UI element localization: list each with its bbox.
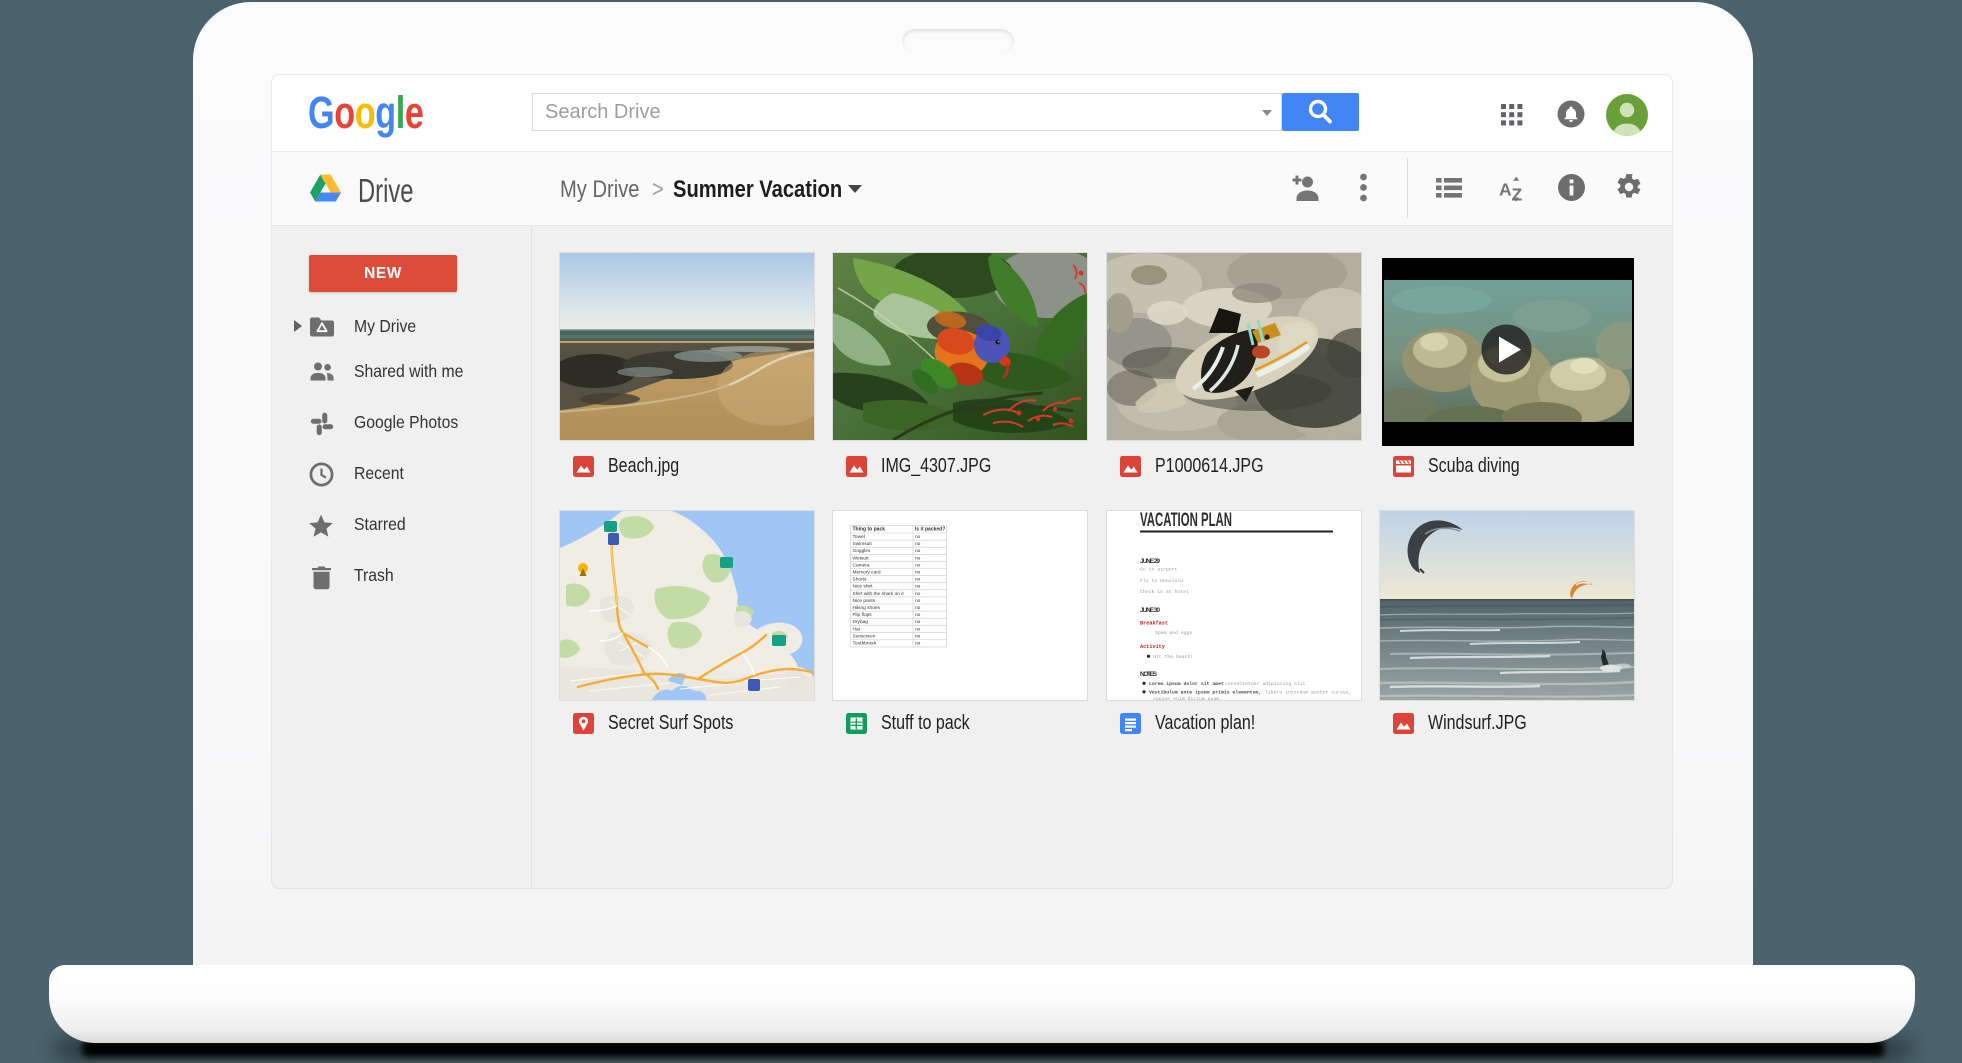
svg-text:Thing to pack: Thing to pack [853, 527, 886, 533]
svg-text:Wetsuit: Wetsuit [853, 555, 870, 561]
svg-text:Nice pants: Nice pants [853, 598, 876, 604]
svg-text:Goggles: Goggles [853, 548, 871, 554]
svg-text:Hiking shoes: Hiking shoes [853, 605, 881, 611]
svg-text:Flip flops: Flip flops [853, 612, 873, 618]
svg-text:no: no [915, 627, 921, 632]
svg-text:no: no [915, 642, 921, 647]
svg-text:no: no [915, 620, 921, 625]
svg-text:Hit the beach!: Hit the beach! [1153, 654, 1193, 660]
svg-text:sapien enim dictum quam.: sapien enim dictum quam. [1153, 696, 1222, 700]
svg-text:Check in at hotel: Check in at hotel [1140, 589, 1189, 595]
svg-text:no: no [915, 535, 921, 540]
svg-text:no: no [915, 578, 921, 583]
svg-text:Shorts: Shorts [853, 577, 867, 583]
svg-text:Memory card: Memory card [853, 570, 881, 576]
svg-text:no: no [915, 613, 921, 618]
svg-text:no: no [915, 571, 921, 576]
svg-text:Spam and eggs: Spam and eggs [1155, 630, 1193, 636]
svg-text:consectetuer adipiscing elit.: consectetuer adipiscing elit. [1225, 681, 1308, 687]
svg-text:no: no [915, 556, 921, 561]
svg-text:no: no [915, 563, 921, 568]
svg-text:Breakfast: Breakfast [1140, 621, 1168, 627]
svg-text:Nice shirt: Nice shirt [853, 584, 874, 590]
svg-text:Shirt with the shark on it: Shirt with the shark on it [853, 591, 905, 597]
svg-text:no: no [915, 599, 921, 604]
svg-text:no: no [915, 606, 921, 611]
svg-text:Towel: Towel [853, 534, 865, 540]
svg-text:no: no [915, 542, 921, 547]
svg-text:JUNE 29: JUNE 29 [1140, 558, 1160, 565]
svg-text:Go to airport: Go to airport [1140, 567, 1178, 573]
svg-text:Swimsuit: Swimsuit [853, 541, 873, 547]
svg-text:Drybag: Drybag [853, 619, 869, 625]
svg-text:Activity: Activity [1140, 644, 1166, 650]
svg-text:Vestibulum ante ipsum primis e: Vestibulum ante ipsum primis elementum, [1149, 690, 1261, 696]
svg-text:NOTES: NOTES [1140, 671, 1158, 678]
svg-text:no: no [915, 634, 921, 639]
svg-text:Fly to Honolulu: Fly to Honolulu [1140, 578, 1183, 584]
svg-text:A: A [1499, 180, 1512, 200]
svg-text:Hat: Hat [853, 626, 861, 632]
svg-text:Sunscreen: Sunscreen [853, 633, 876, 639]
svg-text:no: no [915, 592, 921, 597]
svg-text:VACATION PLAN: VACATION PLAN [1140, 511, 1232, 531]
svg-text:libero interdum auctor cursus,: libero interdum auctor cursus, [1265, 690, 1351, 696]
svg-text:Camera: Camera [853, 562, 870, 568]
svg-text:no: no [915, 585, 921, 590]
svg-text:Toothbrush: Toothbrush [853, 641, 877, 647]
svg-text:JUNE 30: JUNE 30 [1140, 607, 1160, 614]
svg-text:no: no [915, 549, 921, 554]
svg-text:Lorem ipsum dolor sit amet: Lorem ipsum dolor sit amet [1149, 681, 1224, 687]
svg-text:Is it packed?: Is it packed? [915, 527, 945, 533]
